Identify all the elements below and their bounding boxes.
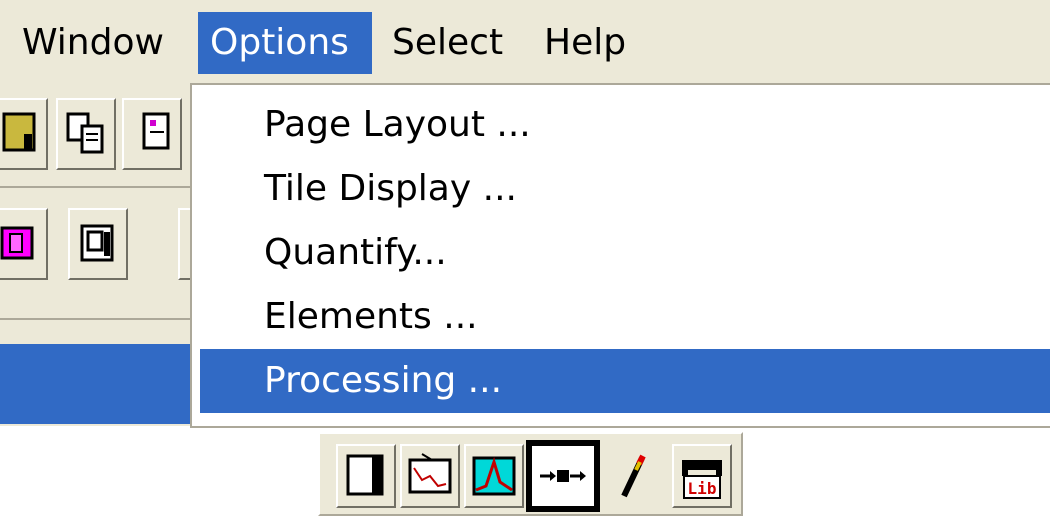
pencil-button[interactable] [606, 444, 666, 508]
options-dropdown-menu: Page Layout ... Tile Display ... Quantif… [190, 83, 1050, 428]
menu-item-tile-display[interactable]: Tile Display ... [200, 157, 1050, 221]
paste-button[interactable] [122, 98, 182, 170]
menu-window[interactable]: Window [10, 12, 176, 74]
panel-button[interactable] [336, 444, 396, 508]
copy-icon [58, 100, 114, 168]
monitor-graph-button[interactable] [400, 444, 460, 508]
spectrum-button[interactable] [464, 444, 524, 508]
library-icon: Lib [674, 446, 730, 506]
overlay-button[interactable] [68, 208, 128, 280]
menu-item-quantify[interactable]: Quantify... [200, 221, 1050, 285]
spectrum-icon [466, 446, 522, 506]
menu-options[interactable]: Options [198, 12, 372, 74]
copy-button[interactable] [56, 98, 116, 170]
monitor-graph-icon [402, 446, 458, 506]
menu-select[interactable]: Select [380, 12, 515, 74]
pencil-icon [606, 444, 666, 504]
menu-help[interactable]: Help [532, 12, 638, 74]
menu-item-elements[interactable]: Elements ... [200, 285, 1050, 349]
paste-icon [124, 100, 180, 168]
process-arrow-button[interactable] [526, 440, 600, 512]
layers-icon [0, 210, 46, 278]
panel-icon [338, 446, 394, 506]
menu-item-processing[interactable]: Processing ... [200, 349, 1050, 413]
bottom-toolbar: Lib [318, 432, 743, 516]
library-button[interactable]: Lib [672, 444, 732, 508]
selection-strip [0, 344, 198, 424]
toolbar-row-1 [0, 86, 198, 188]
library-label: Lib [688, 479, 717, 498]
save-button[interactable] [0, 98, 48, 170]
toolbar-row-2 [0, 186, 208, 320]
process-arrow-icon [532, 446, 594, 506]
overlay-icon [70, 210, 126, 278]
menubar: Window Options Select Help [0, 0, 1050, 86]
menu-item-page-layout[interactable]: Page Layout ... [200, 93, 1050, 157]
layers-button[interactable] [0, 208, 48, 280]
save-icon [0, 100, 46, 168]
left-toolbar-area [0, 86, 208, 426]
